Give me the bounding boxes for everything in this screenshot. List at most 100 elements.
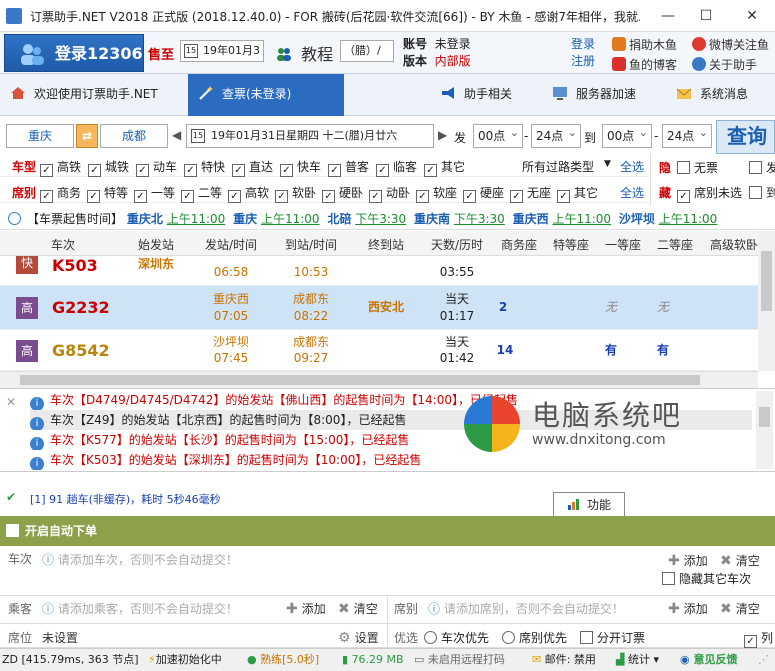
train-type-checkbox[interactable]: ✓ 动车 [136,158,177,177]
select-all-types[interactable]: 全选 [620,158,644,175]
hide-arrive-checkbox[interactable]: 到 [749,184,775,201]
minimize-button[interactable]: — [650,4,686,28]
col-terminal[interactable]: 终到站 [358,236,414,253]
maximize-button[interactable]: ☐ [688,4,724,28]
col-first[interactable]: 一等座 [598,236,648,253]
auto-seat-input[interactable]: ⓘ 请添加席别，否则不会自动提交！ [428,600,624,617]
clear-seat-button[interactable]: ✖ 清空 [720,600,760,617]
next-day-icon[interactable]: ▶ [438,128,447,142]
train-number[interactable]: K503 [52,256,98,275]
close-log-icon[interactable]: ✕ [6,395,16,409]
sale-time[interactable]: 上午11:00 [261,212,320,226]
col-depart[interactable]: 发站/时间 [196,236,266,253]
tab-messages[interactable]: 系统消息 [676,74,772,116]
train-type-checkbox[interactable]: ✓ 普客 [328,158,369,177]
hide-other-trains-checkbox[interactable]: 隐藏其它车次 [662,570,751,587]
sale-time[interactable]: 下午3:30 [454,212,505,226]
auto-train-input[interactable]: ⓘ 请添加车次，否则不会自动提交！ [42,551,238,568]
split-order-checkbox[interactable]: 分开订票 [580,629,645,646]
status-feedback[interactable]: ◉ 意见反馈 [680,649,737,671]
status-speed[interactable]: ⚡加速初始化中 [148,649,222,671]
train-type-checkbox[interactable]: ✓ 其它 [424,158,465,177]
status-remote[interactable]: ▭ 未启用远程打码 [414,649,505,671]
hide-no-ticket-checkbox[interactable]: 无票 [677,159,718,176]
weibo-link[interactable]: 微博关注鱼 [692,36,769,53]
status-stats[interactable]: ▟ 统计 ▾ [616,649,659,671]
tab-welcome[interactable]: 欢迎使用订票助手.NET [10,74,186,116]
col-origin[interactable]: 始发站 [128,236,184,253]
seat-type-checkbox[interactable]: ✓ 二等 [181,184,222,203]
extra-checkbox[interactable]: ✓ 列 [744,629,773,648]
status-cooldown[interactable]: ● 熟练[5.0秒] [247,649,319,671]
col-premium[interactable]: 特等座 [546,236,596,253]
col-second[interactable]: 二等座 [650,236,700,253]
seat-type-checkbox[interactable]: ✓ 动卧 [369,184,410,203]
second-class-seats[interactable]: 有 [638,342,688,359]
first-class-seats[interactable]: 有 [586,342,636,359]
table-row[interactable]: 高 G2232 重庆西 07:05 成都东 08:22 西安北 当天 01:17… [0,286,758,330]
col-soft-sleeper[interactable]: 高级软卧 [704,236,764,253]
sell-date-field[interactable]: 15 19年01月3 [180,40,264,62]
tab-server[interactable]: 服务器加速 [552,74,672,116]
sale-time[interactable]: 上午11:00 [552,212,611,226]
sale-time[interactable]: 上午11:00 [167,212,226,226]
login-12306-button[interactable]: 登录12306 [4,34,144,72]
function-button[interactable]: 功能 [553,492,625,518]
depart-from-time-select[interactable]: 00点 [473,122,523,148]
lunar-select[interactable]: （腊）/ [340,40,394,62]
log-scrollbar[interactable] [756,391,773,469]
position-settings-button[interactable]: ⚙ 设置 [338,629,379,646]
train-type-checkbox[interactable]: ✓ 直达 [232,158,273,177]
add-seat-button[interactable]: ✚ 添加 [668,600,708,617]
arrive-from-time-select[interactable]: 00点 [602,122,652,148]
train-type-checkbox[interactable]: ✓ 快车 [280,158,321,177]
about-link[interactable]: 关于助手 [692,56,757,73]
train-type-checkbox[interactable]: ✓ 城铁 [88,158,129,177]
from-station-field[interactable]: 重庆 [6,124,74,148]
login-link[interactable]: 登录 [571,36,595,53]
auto-passenger-input[interactable]: ⓘ 请添加乘客，否则不会自动提交！ [42,600,238,617]
depart-to-time-select[interactable]: 24点 [531,122,581,148]
seat-type-checkbox[interactable]: ✓ 软座 [416,184,457,203]
travel-date-field[interactable]: 15 19年01月31日星期四 十二(腊)月廿六 [186,124,434,148]
col-arrive[interactable]: 到站/时间 [276,236,346,253]
blog-link[interactable]: 鱼的博客 [612,56,677,73]
close-button[interactable]: ✕ [734,4,770,28]
train-type-checkbox[interactable]: ✓ 高铁 [40,158,81,177]
seat-type-checkbox[interactable]: ✓ 高软 [228,184,269,203]
select-all-seats[interactable]: 全选 [620,184,644,201]
sale-time[interactable]: 上午11:00 [659,212,718,226]
tab-query[interactable]: 查票(未登录) [188,74,344,116]
hide-depart-checkbox[interactable]: 发 [749,159,775,176]
table-vertical-scrollbar[interactable] [758,231,775,371]
business-seats[interactable]: 2 [478,299,528,316]
auto-order-header[interactable]: 开启自动下单 [0,516,775,546]
tab-helper[interactable]: 助手相关 [440,74,550,116]
auto-order-checkbox[interactable] [6,524,19,537]
seat-type-checkbox[interactable]: ✓ 硬座 [463,184,504,203]
seat-type-checkbox[interactable]: ✓ 硬卧 [322,184,363,203]
seat-type-checkbox[interactable]: ✓ 商务 [40,184,81,203]
station-type-select[interactable]: 所有过路类型 [522,158,594,175]
seat-type-checkbox[interactable]: ✓ 无座 [510,184,551,203]
sale-time[interactable]: 下午3:30 [355,212,406,226]
train-type-checkbox[interactable]: ✓ 特快 [184,158,225,177]
to-station-field[interactable]: 成都 [100,124,168,148]
first-class-seats[interactable]: 无 [586,299,636,316]
train-type-checkbox[interactable]: ✓ 临客 [376,158,417,177]
register-link[interactable]: 注册 [571,53,595,70]
clear-train-button[interactable]: ✖ 清空 [720,552,760,569]
seat-type-checkbox[interactable]: ✓ 一等 [134,184,175,203]
add-train-button[interactable]: ✚ 添加 [668,552,708,569]
col-business[interactable]: 商务座 [494,236,544,253]
resize-grip-icon[interactable]: ⋰ [758,649,769,671]
swap-stations-button[interactable]: ⇄ [76,124,98,148]
priority-seat-radio[interactable]: 席别优先 [502,629,567,646]
col-train[interactable]: 车次 [38,236,88,253]
table-horizontal-scrollbar[interactable] [0,371,758,388]
train-number[interactable]: G8542 [52,341,110,360]
business-seats[interactable]: 14 [480,342,530,359]
donate-link[interactable]: 捐助木鱼 [612,36,677,53]
seat-type-checkbox[interactable]: ✓ 软卧 [275,184,316,203]
add-passenger-button[interactable]: ✚ 添加 [286,600,326,617]
